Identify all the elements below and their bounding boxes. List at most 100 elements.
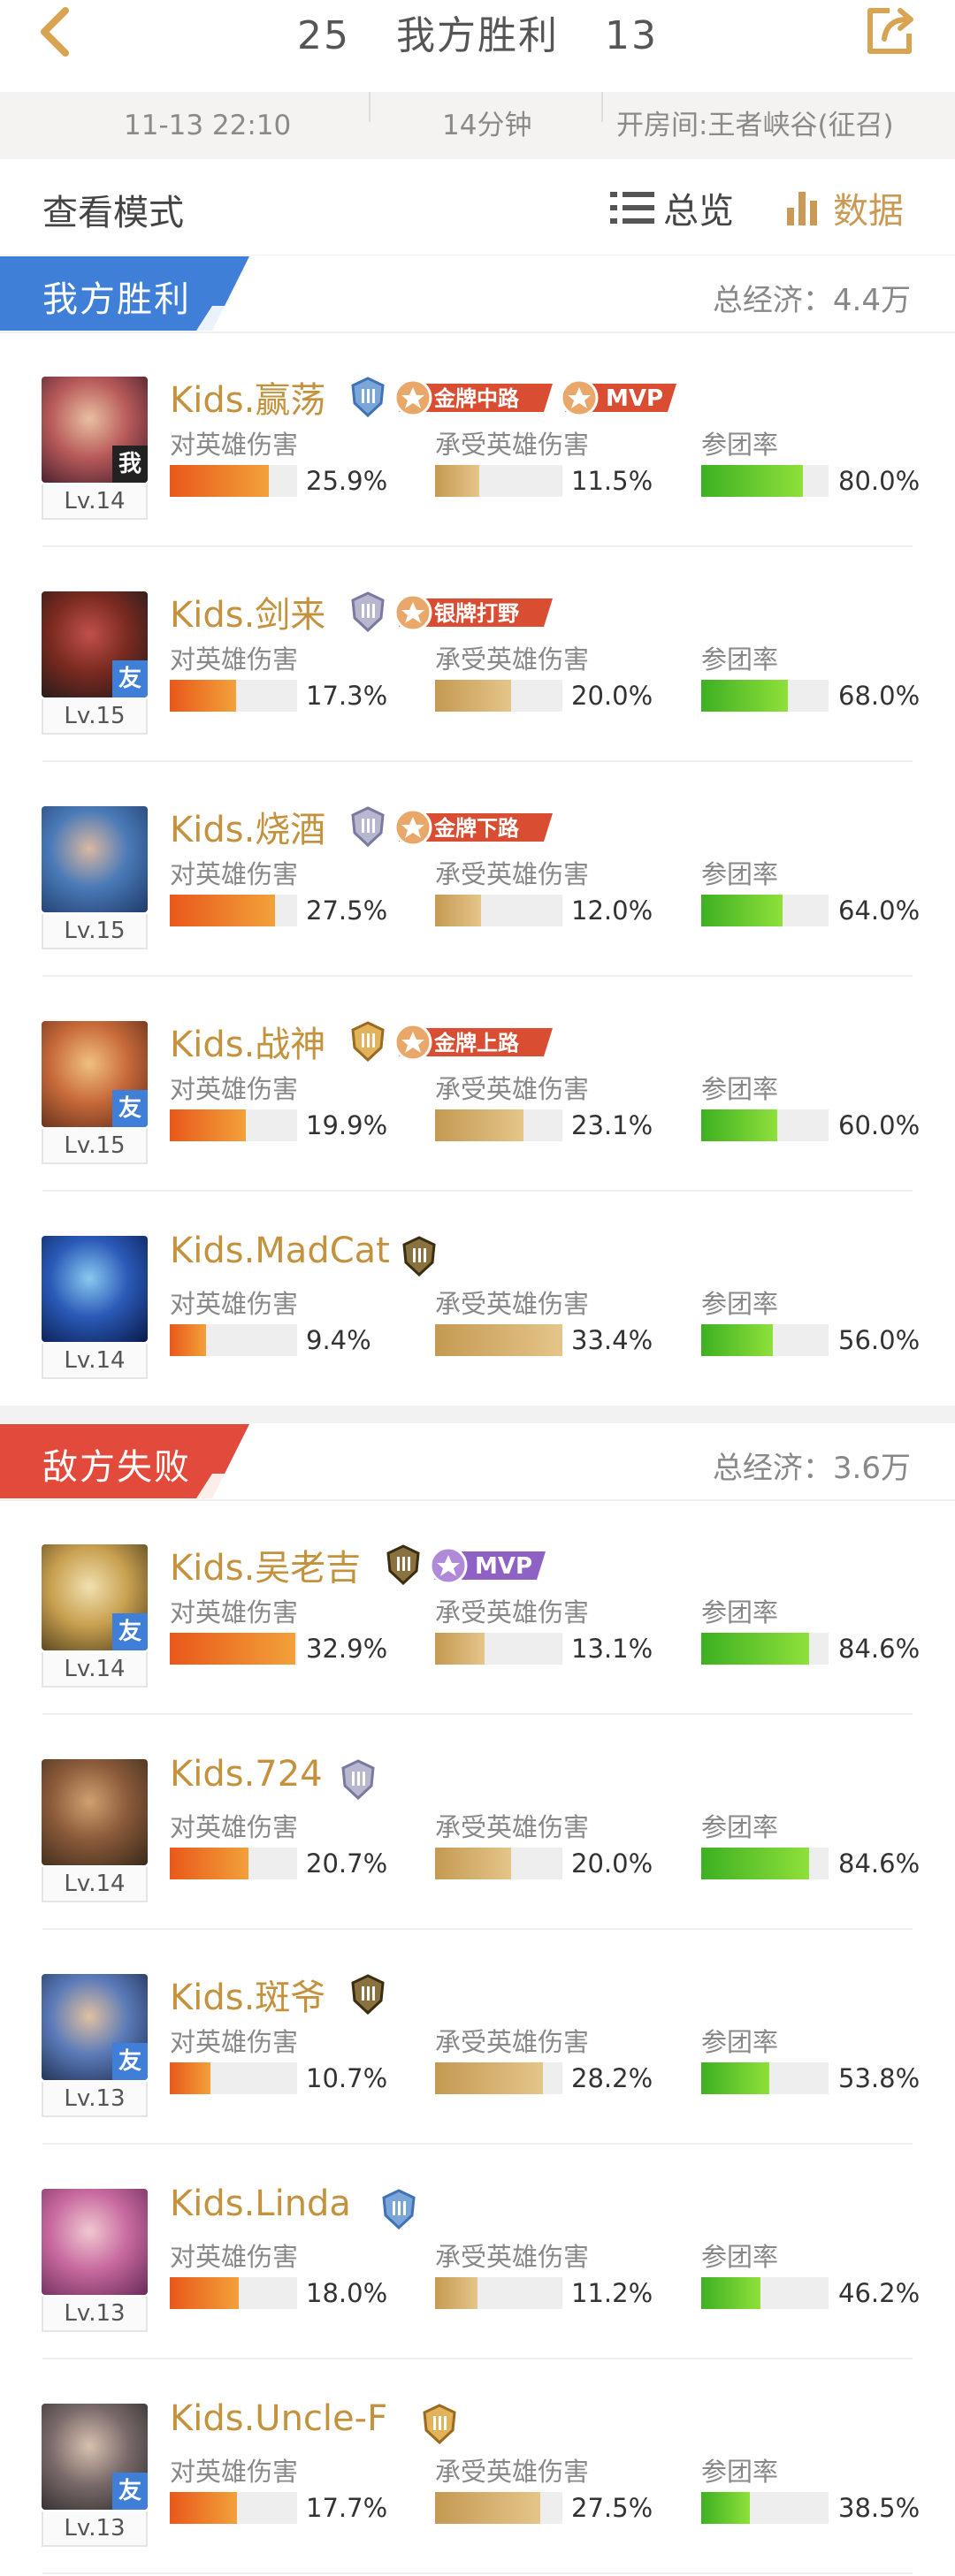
player-row[interactable]: 友 Lv.13 Kids.斑爷 对英雄伤害 10.7% 承受英雄伤害 28.2% 参团率 53.… <box>0 1930 955 2145</box>
stat-bar-fill <box>170 1848 249 1879</box>
player-name[interactable]: Kids.吴老吉 <box>170 1539 361 1590</box>
player-name[interactable]: Kids.724 <box>170 1754 323 1795</box>
our-team-economy: 总经济：4.4万 <box>712 283 911 318</box>
rank-badge-diamond-icon <box>349 377 386 418</box>
stat-bar-fill <box>170 1324 206 1356</box>
stat-value-dmg: 20.7% <box>306 1848 388 1879</box>
player-name[interactable]: Kids.MadCat <box>170 1231 390 1271</box>
stat-label-dmg: 对英雄伤害 <box>170 2027 299 2057</box>
player-name[interactable]: Kids.战神 <box>170 1016 325 1067</box>
stat-bar-fill <box>170 1633 295 1665</box>
divider <box>601 92 603 122</box>
stat-label-team: 参团率 <box>701 2457 779 2487</box>
player-level: Lv.15 <box>42 1129 148 1164</box>
stat-value-take: 23.1% <box>571 1110 653 1140</box>
stat-value-team: 68.0% <box>838 681 921 711</box>
stat-value-team: 38.5% <box>838 2493 921 2523</box>
stat-bar-fill <box>435 680 512 712</box>
player-name[interactable]: Kids.赢荡 <box>170 371 325 423</box>
result-title: 我方胜利 <box>396 13 559 58</box>
stat-bar-fill <box>435 465 479 497</box>
player-row[interactable]: Lv.14 Kids.MadCat 对英雄伤害 9.4% 承受英雄伤害 33.4% 参团率 5… <box>0 1192 955 1406</box>
player-name[interactable]: Kids.斑爷 <box>170 1969 325 2020</box>
mvp-medal: MVP <box>560 378 676 417</box>
stat-bar-fill <box>435 2492 540 2524</box>
stat-label-take: 承受英雄伤害 <box>435 644 590 674</box>
stat-value-dmg: 32.9% <box>306 1634 388 1664</box>
mvp-badge-icon: MVP <box>429 1546 546 1585</box>
stat-value-dmg: 25.9% <box>306 466 388 496</box>
stat-value-take: 12.0% <box>571 896 653 926</box>
stat-label-take: 承受英雄伤害 <box>435 1289 590 1319</box>
hero-avatar[interactable] <box>42 1236 148 1342</box>
data-tab[interactable]: 数据 <box>785 182 904 233</box>
stat-bar-fill <box>435 1109 523 1141</box>
stat-label-take: 承受英雄伤害 <box>435 2242 590 2272</box>
enemy-team-economy: 总经济：3.6万 <box>712 1451 911 1486</box>
stat-label-team: 参团率 <box>701 859 779 889</box>
player-level: Lv.14 <box>42 484 148 520</box>
overview-tab[interactable]: 总览 <box>610 182 734 233</box>
hero-avatar[interactable] <box>42 806 148 912</box>
stat-label-dmg: 对英雄伤害 <box>170 1597 299 1627</box>
stat-value-take: 20.0% <box>571 1848 653 1879</box>
position-medal: 银牌打野 <box>393 593 553 632</box>
enemy-kills: 13 <box>605 13 658 58</box>
stat-label-take: 承受英雄伤害 <box>435 2457 590 2487</box>
player-row[interactable]: Lv.15 Kids.烧酒 金牌下路 对英雄伤害 27.5% 承受英雄伤害 12.0% 参团率… <box>0 762 955 977</box>
stat-label-dmg: 对英雄伤害 <box>170 2457 299 2487</box>
stat-bar-take <box>435 680 562 712</box>
match-datetime: 11-13 22:10 <box>124 110 292 141</box>
friend-tag: 友 <box>112 1613 148 1650</box>
player-level: Lv.13 <box>42 2511 148 2547</box>
friend-tag: 友 <box>112 2043 148 2080</box>
stat-value-take: 33.4% <box>571 1325 653 1355</box>
stat-value-dmg: 19.9% <box>306 1110 388 1140</box>
stat-bar-fill <box>701 1324 773 1356</box>
hero-avatar[interactable]: 友 <box>42 591 148 697</box>
hero-avatar[interactable] <box>42 1759 148 1865</box>
player-row[interactable]: Lv.14 Kids.724 对英雄伤害 20.7% 承受英雄伤害 20.0% 参团率 84.… <box>0 1715 955 1930</box>
player-row[interactable]: 友 Lv.14 Kids.吴老吉 MVP 对英雄伤害 32.9% 承受英雄伤害 13.1% 参团… <box>0 1500 955 1715</box>
player-name[interactable]: Kids.Linda <box>170 2184 351 2224</box>
player-name[interactable]: Kids.Uncle-F <box>170 2398 387 2439</box>
stat-label-dmg: 对英雄伤害 <box>170 1074 299 1104</box>
player-row[interactable]: 友 Lv.15 Kids.战神 金牌上路 对英雄伤害 19.9% 承受英雄伤害 23.1% 参团… <box>0 977 955 1192</box>
stat-label-dmg: 对英雄伤害 <box>170 644 299 674</box>
rank-badge-diamond-icon <box>380 2189 417 2230</box>
player-row[interactable]: 我 Lv.14 Kids.赢荡 金牌中路 MVP 对英雄伤害 25.9% 承受英雄伤害 11.5… <box>0 332 955 547</box>
hero-avatar[interactable]: 友 <box>42 1974 148 2080</box>
stat-bar-dmg <box>170 680 297 712</box>
player-row[interactable]: Lv.13 Kids.Linda 对英雄伤害 18.0% 承受英雄伤害 11.2% 参团率 4… <box>0 2145 955 2359</box>
stat-bar-fill <box>701 465 804 497</box>
player-name[interactable]: Kids.烧酒 <box>170 801 325 852</box>
hero-avatar[interactable]: 友 <box>42 2404 148 2510</box>
stat-value-team: 53.8% <box>838 2063 921 2093</box>
stat-label-dmg: 对英雄伤害 <box>170 430 299 460</box>
our-team-player-list: 我 Lv.14 Kids.赢荡 金牌中路 MVP 对英雄伤害 25.9% 承受英雄伤害 11.5… <box>0 332 955 1406</box>
our-team-section: 我方胜利 总经济：4.4万 我 Lv.14 Kids.赢荡 金牌中路 MVP 对英雄伤害 2… <box>0 256 955 1406</box>
stat-bar-fill <box>701 895 783 926</box>
player-name[interactable]: Kids.剑来 <box>170 586 325 637</box>
player-row[interactable]: 友 Lv.15 Kids.剑来 银牌打野 对英雄伤害 17.3% 承受英雄伤害 20.0% 参团… <box>0 547 955 762</box>
hero-avatar[interactable]: 友 <box>42 1021 148 1127</box>
hero-avatar[interactable]: 我 <box>42 377 148 483</box>
stat-label-team: 参团率 <box>701 2242 779 2272</box>
bar-chart-icon <box>787 192 817 225</box>
share-icon[interactable] <box>863 4 918 58</box>
match-duration: 14分钟 <box>442 110 532 141</box>
player-level: Lv.14 <box>42 1867 148 1902</box>
hero-avatar[interactable] <box>42 2189 148 2295</box>
player-level: Lv.13 <box>42 2297 148 2332</box>
player-row[interactable]: 友 Lv.13 Kids.Uncle-F 对英雄伤害 17.7% 承受英雄伤害 27.5% 参… <box>0 2359 955 2574</box>
stat-value-team: 84.6% <box>838 1848 921 1879</box>
hero-avatar[interactable]: 友 <box>42 1544 148 1650</box>
divider <box>42 2572 913 2574</box>
stat-bar-dmg <box>170 2492 297 2524</box>
match-mode: 开房间:王者峡谷(征召) <box>616 110 894 141</box>
stat-value-take: 11.5% <box>571 466 653 496</box>
stat-bar-fill <box>170 2062 211 2094</box>
stat-bar-fill <box>170 2277 239 2309</box>
medal-badge-icon: 金牌中路 <box>393 378 553 417</box>
stat-bar-take <box>435 2492 562 2524</box>
